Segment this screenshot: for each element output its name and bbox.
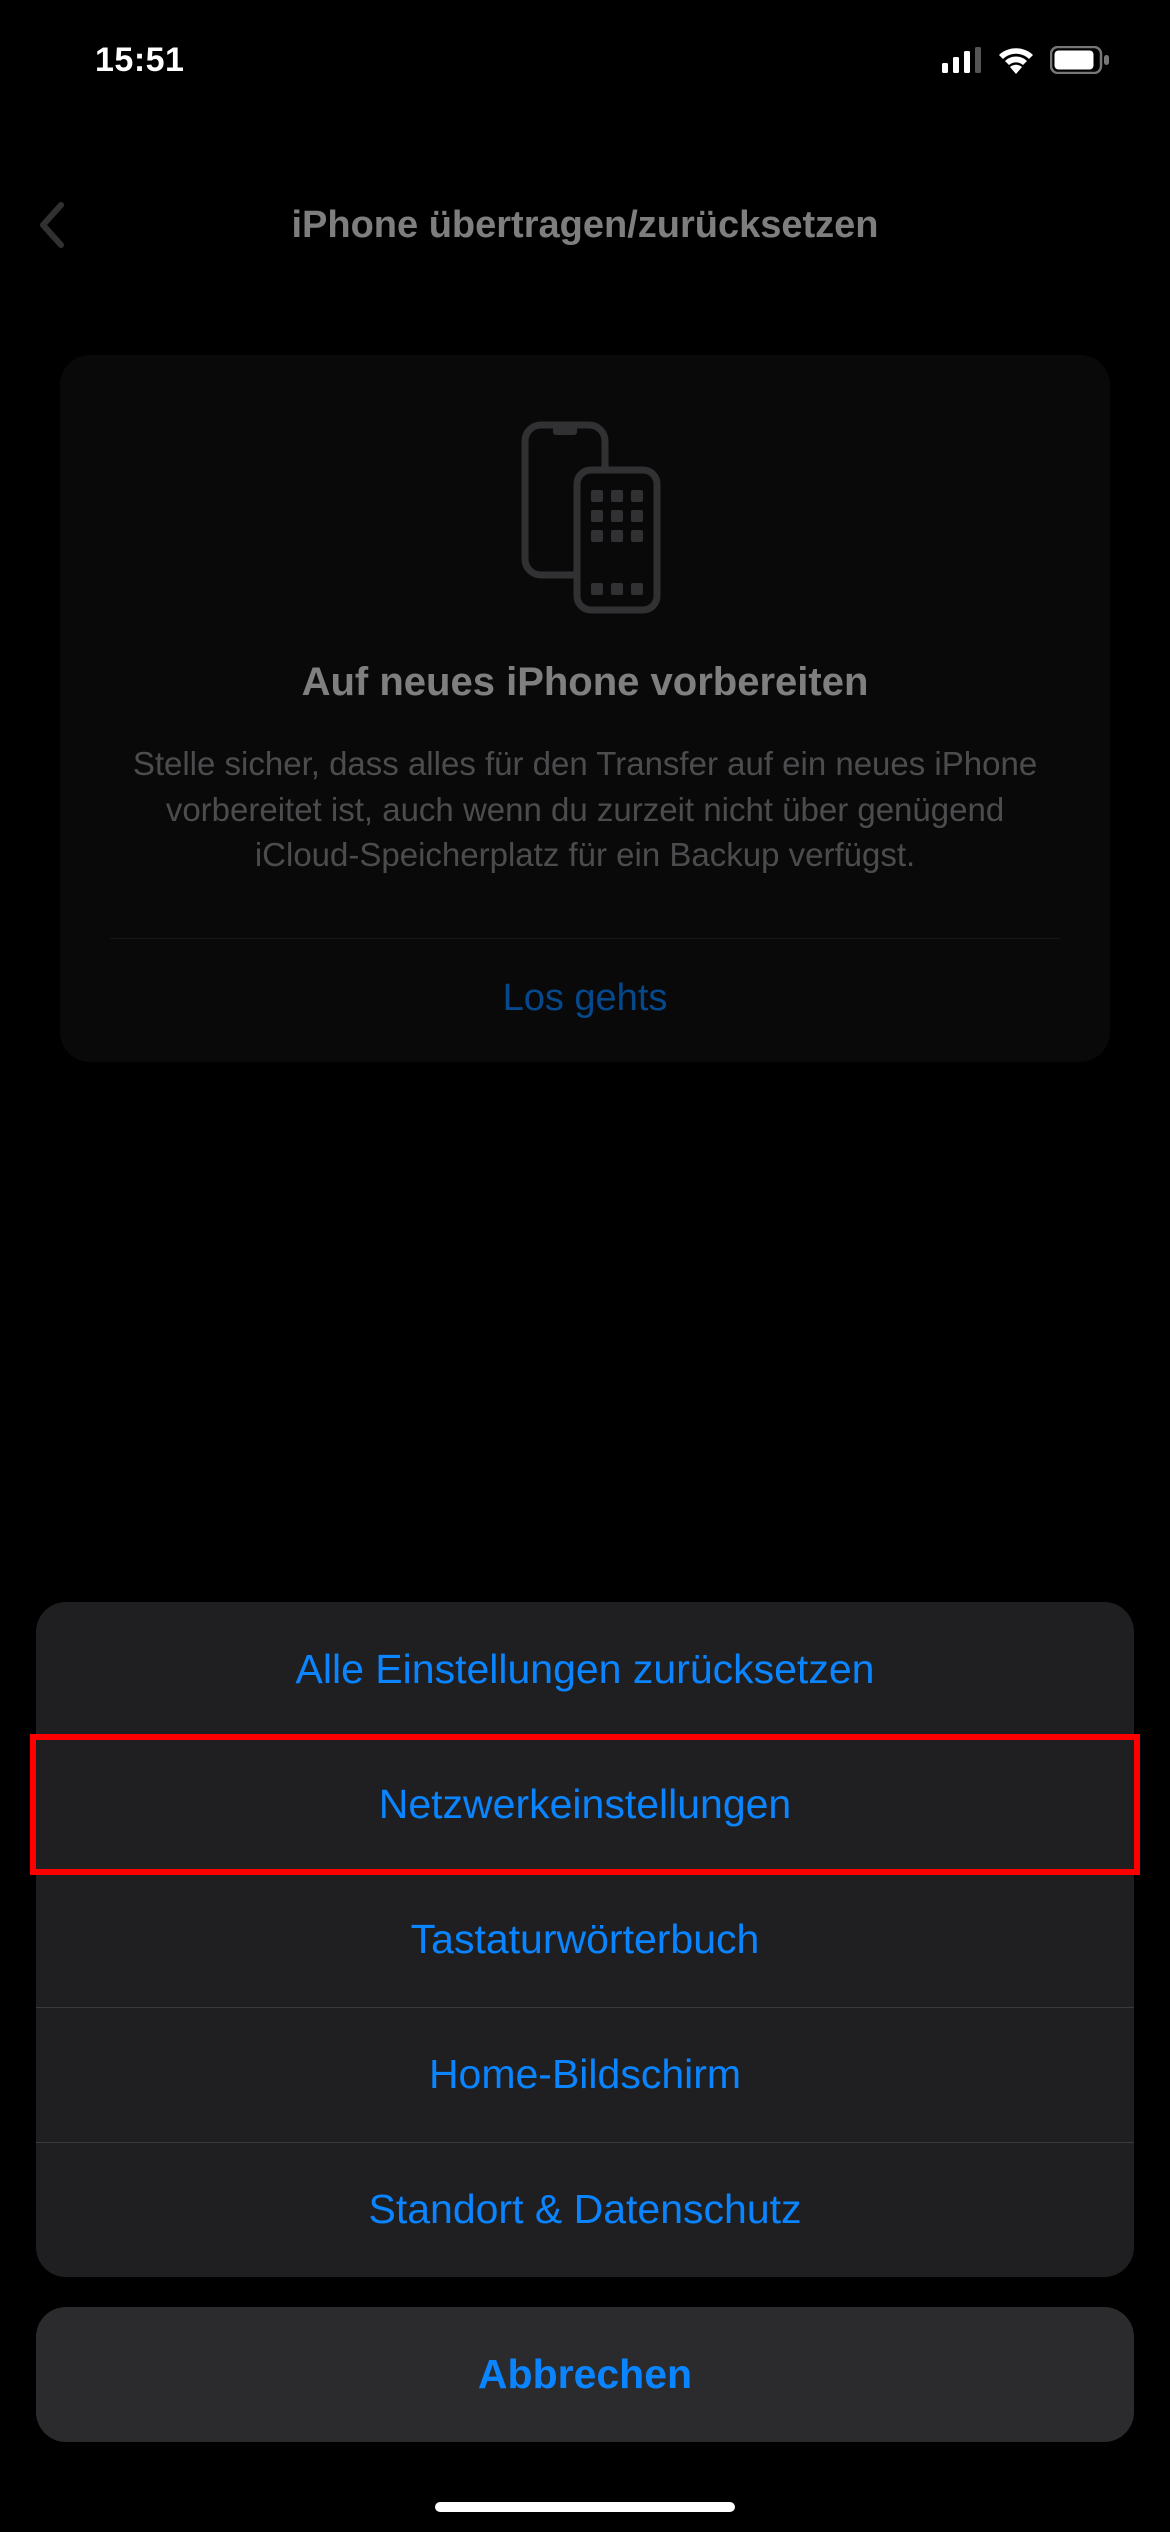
back-button[interactable] <box>26 190 76 260</box>
cancel-button[interactable]: Abbrechen <box>36 2307 1134 2442</box>
action-sheet-container: Alle Einstellungen zurücksetzen Netzwerk… <box>36 1602 1134 2442</box>
card-description: Stelle sicher, dass alles für den Transf… <box>110 741 1060 878</box>
cellular-icon <box>942 47 982 73</box>
status-bar: 15:51 <box>0 0 1170 120</box>
status-time: 15:51 <box>95 41 184 80</box>
home-indicator[interactable] <box>435 2502 735 2512</box>
sheet-item-location-privacy[interactable]: Standort & Datenschutz <box>36 2142 1134 2277</box>
page-title: iPhone übertragen/zurücksetzen <box>291 204 878 247</box>
sheet-item-home[interactable]: Home-Bildschirm <box>36 2007 1134 2142</box>
wifi-icon <box>996 46 1036 74</box>
nav-bar: iPhone übertragen/zurücksetzen <box>0 175 1170 275</box>
transfer-phones-icon <box>495 415 675 620</box>
battery-icon <box>1050 46 1110 74</box>
chevron-left-icon <box>37 201 65 249</box>
prepare-card: Auf neues iPhone vorbereiten Stelle sich… <box>60 355 1110 1062</box>
action-sheet: Alle Einstellungen zurücksetzen Netzwerk… <box>36 1602 1134 2277</box>
get-started-button[interactable]: Los gehts <box>110 939 1060 1062</box>
sheet-item-network[interactable]: Netzwerkeinstellungen <box>36 1737 1134 1872</box>
status-indicators <box>942 46 1110 74</box>
sheet-item-reset-all[interactable]: Alle Einstellungen zurücksetzen <box>36 1602 1134 1737</box>
card-title: Auf neues iPhone vorbereiten <box>302 660 869 705</box>
sheet-item-keyboard[interactable]: Tastaturwörterbuch <box>36 1872 1134 2007</box>
